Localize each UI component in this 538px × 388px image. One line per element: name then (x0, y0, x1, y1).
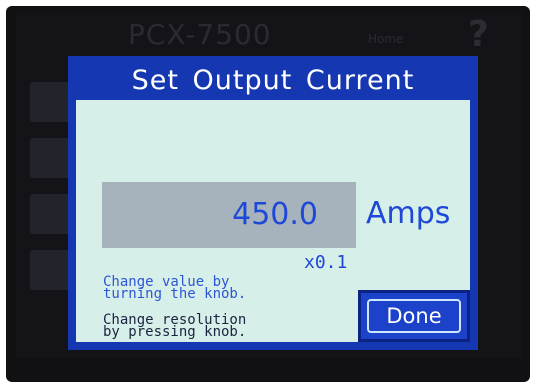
background-device-title: PCX-7500 (128, 18, 272, 51)
help-icon[interactable]: ? (468, 14, 489, 55)
hint-change-value: Change value by turning the knob. (103, 275, 247, 302)
resolution-indicator: x0.1 (304, 252, 348, 273)
current-value-field[interactable]: 450.0 (102, 182, 356, 248)
unit-label: Amps (366, 196, 451, 231)
background-side-button[interactable] (30, 250, 70, 290)
set-output-current-dialog: Set Output Current 450.0 Amps x0.1 Chang… (68, 56, 478, 350)
background-home-button[interactable]: Home (368, 32, 403, 46)
hint-line: turning the knob. (103, 286, 247, 302)
dialog-body: 450.0 Amps x0.1 Change value by turning … (76, 100, 470, 342)
display-screen: PCX-7500 Home ? Set Output Current 450.0… (16, 12, 522, 358)
background-side-button[interactable] (30, 194, 70, 234)
device-bezel: PCX-7500 Home ? Set Output Current 450.0… (6, 6, 530, 382)
background-side-button[interactable] (30, 138, 70, 178)
dialog-title: Set Output Current (131, 65, 415, 96)
done-button[interactable]: Done (358, 290, 470, 342)
hint-change-resolution: Change resolution by pressing knob. (103, 313, 247, 340)
hint-line: by pressing knob. (103, 324, 247, 340)
done-button-label: Done (367, 299, 461, 333)
background-side-button[interactable] (30, 82, 70, 122)
